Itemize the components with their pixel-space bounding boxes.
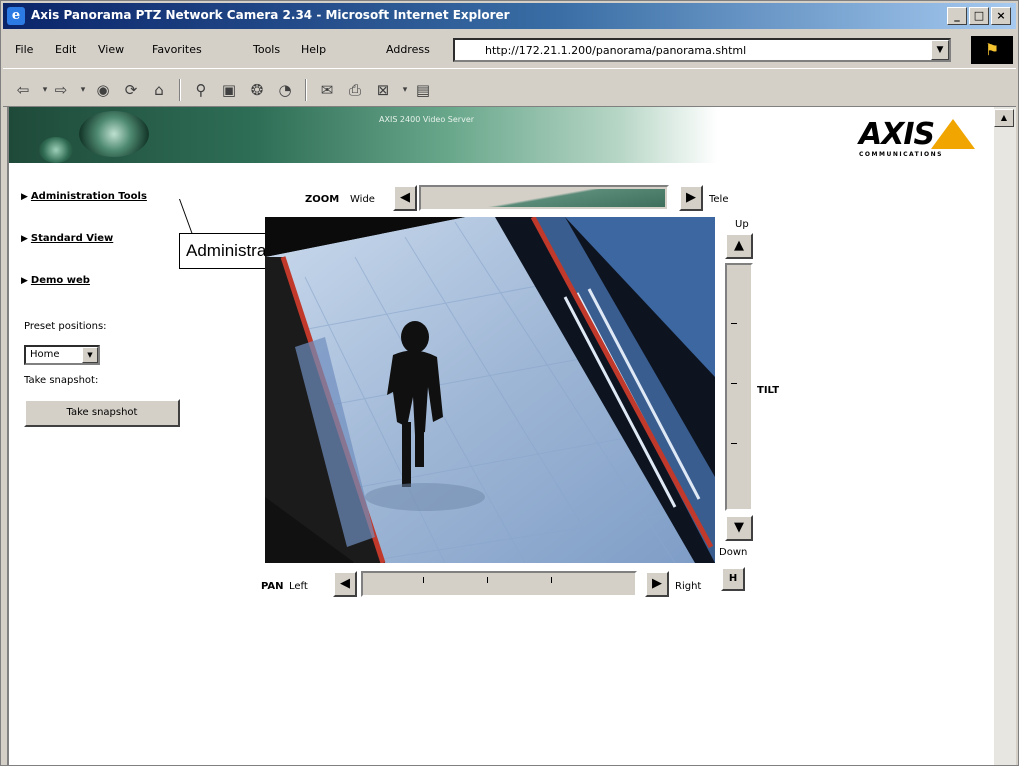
edit-dropdown-icon[interactable]: ▾ — [395, 80, 415, 100]
ie-icon: e — [7, 7, 25, 25]
preset-positions-select[interactable]: Home ▼ — [24, 345, 100, 365]
camera-lens-image — [79, 111, 149, 157]
triangle-right-icon: ▶ — [21, 192, 28, 202]
tilt-label: TILT — [757, 385, 780, 396]
preset-value: Home — [30, 349, 60, 360]
axis-logo: AXIS COMMUNICATIONS — [859, 117, 979, 158]
zoom-wide-label: Wide — [350, 194, 375, 205]
browser-window: e Axis Panorama PTZ Network Camera 2.34 … — [0, 0, 1019, 766]
address-dropdown-icon[interactable]: ▼ — [931, 40, 949, 60]
triangle-right-icon: ▶ — [21, 234, 28, 244]
axis-logo-subtitle: COMMUNICATIONS — [859, 151, 943, 158]
arrow-right-icon: ▶ — [652, 576, 662, 591]
arrow-up-icon: ▲ — [734, 238, 744, 253]
nav-demo-web[interactable]: ▶ Demo web — [21, 275, 90, 286]
menu-view[interactable]: View — [98, 43, 124, 56]
tilt-tick — [731, 443, 737, 444]
refresh-icon[interactable]: ⟳ — [121, 80, 141, 100]
menu-favorites[interactable]: Favorites — [152, 43, 202, 56]
title-bar: e Axis Panorama PTZ Network Camera 2.34 … — [3, 3, 1016, 29]
favorites-icon[interactable]: ▣ — [219, 80, 239, 100]
pan-tick — [423, 577, 424, 583]
windows-logo-icon: ⚑ — [971, 36, 1013, 64]
print-icon[interactable]: ⎙ — [345, 80, 365, 100]
pan-left-label: Left — [289, 581, 308, 592]
maximize-button[interactable]: □ — [969, 7, 989, 25]
discuss-icon[interactable]: ▤ — [413, 80, 433, 100]
arrow-down-icon: ▼ — [734, 520, 744, 535]
menu-edit[interactable]: Edit — [55, 43, 76, 56]
take-snapshot-button[interactable]: Take snapshot — [24, 399, 180, 427]
home-icon[interactable]: ⌂ — [149, 80, 169, 100]
address-label: Address — [386, 43, 430, 56]
zoom-slider[interactable] — [419, 185, 669, 211]
chevron-down-icon[interactable]: ▼ — [82, 347, 98, 363]
pan-tick — [487, 577, 488, 583]
tilt-down-button[interactable]: ▼ — [725, 515, 753, 541]
minimize-button[interactable]: _ — [947, 7, 967, 25]
tilt-up-button[interactable]: ▲ — [725, 233, 753, 259]
nav-standard-view[interactable]: ▶ Standard View — [21, 233, 113, 244]
media-icon[interactable]: ❂ — [247, 80, 267, 100]
tilt-down-label: Down — [719, 547, 748, 558]
edit-icon[interactable]: ⊠ — [373, 80, 393, 100]
menu-file[interactable]: File — [15, 43, 33, 56]
close-button[interactable]: × — [991, 7, 1011, 25]
pan-tick — [551, 577, 552, 583]
zoom-label: ZOOM — [305, 194, 340, 205]
triangle-right-icon: ▶ — [21, 276, 28, 286]
tilt-slider[interactable] — [725, 263, 753, 511]
window-title: Axis Panorama PTZ Network Camera 2.34 - … — [31, 8, 510, 22]
zoom-wide-button[interactable]: ◀ — [393, 185, 417, 211]
zoom-tele-button[interactable]: ▶ — [679, 185, 703, 211]
home-position-button[interactable]: H — [721, 567, 745, 591]
toolbar-separator — [179, 79, 181, 101]
menu-help[interactable]: Help — [301, 43, 326, 56]
arrow-right-icon: ▶ — [686, 190, 696, 205]
forward-icon[interactable]: ⇨ — [51, 80, 71, 100]
history-icon[interactable]: ◔ — [275, 80, 295, 100]
tilt-tick — [731, 323, 737, 324]
zoom-ramp — [423, 189, 665, 207]
back-icon[interactable]: ⇦ — [13, 80, 33, 100]
pan-slider[interactable] — [361, 571, 637, 597]
stop-icon[interactable]: ◉ — [93, 80, 113, 100]
pan-right-label: Right — [675, 581, 702, 592]
page-content: AXIS 2400 Video Server AXIS COMMUNICATIO… — [7, 107, 994, 765]
mail-icon[interactable]: ✉ — [317, 80, 337, 100]
axis-triangle-icon — [931, 119, 975, 149]
pan-right-button[interactable]: ▶ — [645, 571, 669, 597]
nav-label: Administration Tools — [30, 191, 147, 202]
menu-bar: File Edit View Favorites Tools Help Addr… — [3, 31, 1016, 69]
arrow-left-icon: ◀ — [400, 190, 410, 205]
take-snapshot-label: Take snapshot: — [24, 375, 99, 386]
axis-logo-text: AXIS — [859, 117, 935, 152]
toolbar-separator — [305, 79, 307, 101]
nav-label: Demo web — [30, 275, 90, 286]
nav-label: Standard View — [30, 233, 114, 244]
vertical-scrollbar[interactable]: ▲ — [994, 107, 1016, 765]
address-input[interactable]: http://172.21.1.200/panorama/panorama.sh… — [453, 38, 951, 62]
toolbar: ⇦ ▾ ⇨ ▾ ◉ ⟳ ⌂ ⚲ ▣ ❂ ◔ ✉ ⎙ ⊠ ▾ ▤ — [3, 71, 1016, 107]
banner-caption: AXIS 2400 Video Server — [379, 115, 475, 124]
arrow-left-icon: ◀ — [340, 576, 350, 591]
preset-positions-label: Preset positions: — [24, 321, 107, 332]
nav-administration-tools[interactable]: ▶ Administration Tools — [21, 191, 147, 202]
zoom-tele-label: Tele — [709, 194, 729, 205]
tilt-tick — [731, 383, 737, 384]
pan-left-button[interactable]: ◀ — [333, 571, 357, 597]
scroll-up-icon[interactable]: ▲ — [994, 109, 1014, 127]
tilt-up-label: Up — [735, 219, 749, 230]
menu-tools[interactable]: Tools — [253, 43, 280, 56]
camera-live-view[interactable] — [265, 217, 715, 563]
camera-lens-image — [39, 137, 73, 163]
camera-scene-image — [265, 217, 715, 563]
pan-label: PAN — [261, 581, 284, 592]
axis-banner: AXIS 2400 Video Server AXIS COMMUNICATIO… — [9, 107, 994, 163]
search-icon[interactable]: ⚲ — [191, 80, 211, 100]
forward-dropdown-icon[interactable]: ▾ — [73, 80, 93, 100]
tooltip-pointer — [179, 199, 207, 237]
